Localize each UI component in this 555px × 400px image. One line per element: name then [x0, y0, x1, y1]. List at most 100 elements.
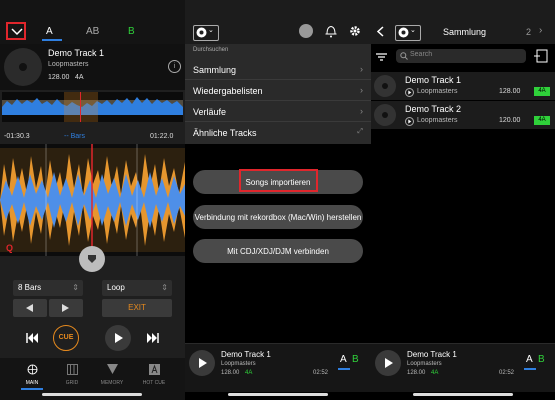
nav-hotcue-label: HOT CUE [142, 380, 166, 386]
nav-main[interactable]: MAIN [20, 362, 44, 390]
collapse-button[interactable] [6, 22, 26, 40]
menu-item-collection[interactable]: Sammlung › [185, 60, 371, 80]
album-art [374, 75, 396, 97]
overview-waveform[interactable] [2, 92, 183, 122]
info-icon[interactable]: i [168, 60, 181, 73]
loop-mode-select[interactable]: Loop ⇕ [102, 280, 172, 296]
list-item-bpm: 120.00 [499, 117, 521, 124]
home-indicator [42, 393, 142, 396]
deck-a-indicator [524, 368, 536, 370]
bars-counter: -- Bars [64, 133, 85, 140]
menu-item-label: Wiedergabelisten [193, 85, 263, 96]
play-icon [199, 358, 207, 368]
cue-button[interactable]: CUE [53, 325, 79, 351]
search-placeholder: Search [410, 51, 433, 58]
nav-grid-label: GRID [65, 380, 79, 386]
mini-player[interactable]: Demo Track 1 Loopmasters 128.00 4A 02:52… [371, 343, 555, 392]
nav-grid[interactable]: GRID [60, 362, 84, 386]
quantize-q[interactable]: Q [6, 243, 13, 253]
nav-hotcue[interactable]: HOT CUE [140, 362, 168, 386]
tab-deck-ab[interactable]: AB [86, 26, 99, 37]
mini-track-title: Demo Track 1 [221, 350, 271, 359]
time-remaining: 01:22.0 [150, 133, 174, 140]
memory-icon [106, 364, 118, 375]
grid-icon [66, 364, 78, 375]
loop-length-value: 8 Bars [18, 283, 42, 292]
menu-item-similar[interactable]: Ähnliche Tracks ⤢ [185, 123, 371, 143]
tab-deck-b[interactable]: B [128, 26, 135, 37]
play-icon [385, 358, 393, 368]
track-artist: Loopmasters [48, 61, 89, 68]
mini-deck-b[interactable]: B [538, 354, 545, 365]
menu-item-playlists[interactable]: Wiedergabelisten › [185, 81, 371, 101]
deck-header [0, 0, 185, 44]
profile-avatar-icon[interactable] [299, 24, 313, 38]
mini-deck-b[interactable]: B [352, 354, 359, 365]
mini-deck-a[interactable]: A [340, 354, 347, 365]
menu-item-label: Verläufe [193, 106, 227, 117]
tab-underline [42, 39, 62, 41]
home-indicator [413, 393, 513, 396]
list-item-artist: Loopmasters [417, 88, 458, 95]
menu-item-histories[interactable]: Verläufe › [185, 102, 371, 122]
list-item-title: Demo Track 2 [405, 104, 462, 114]
mini-track-title: Demo Track 1 [407, 350, 457, 359]
mini-track-bpm: 128.00 [221, 370, 240, 376]
time-elapsed: -01:30.3 [4, 133, 30, 140]
triangle-right-icon [62, 304, 70, 312]
menu-item-label: Ähnliche Tracks [193, 128, 257, 138]
deck-panel: A AB B Demo Track 1 Loopmasters 128.00 4… [0, 0, 185, 400]
list-item-bpm: 128.00 [499, 88, 521, 95]
tab-deck-a[interactable]: A [46, 26, 53, 37]
loop-exit-button[interactable]: EXIT [102, 299, 172, 317]
connect-cdj-button[interactable]: Mit CDJ/XDJ/DJM verbinden [193, 239, 363, 263]
preview-play-icon[interactable] [405, 117, 414, 126]
back-chevron-icon[interactable] [377, 26, 384, 37]
collection-title: Sammlung [443, 27, 487, 37]
globe-icon [27, 364, 38, 375]
nav-memory[interactable]: MEMORY [100, 362, 124, 386]
chevron-down-icon [11, 27, 23, 36]
loop-length-select[interactable]: 8 Bars ⇕ [13, 280, 83, 296]
album-art [374, 104, 396, 126]
skip-back-icon[interactable] [26, 333, 38, 343]
add-to-playlist-icon[interactable] [534, 49, 548, 63]
rekordbox-logo-icon [196, 27, 207, 38]
mini-track-artist: Loopmasters [407, 361, 442, 367]
play-button[interactable] [105, 325, 131, 351]
browse-panel: ⌄ Durchsuchen Sammlung › Wiedergabelisten… [185, 0, 371, 400]
mini-track-time: 02:52 [313, 370, 329, 376]
list-item[interactable]: Demo Track 1 Loopmasters 128.00 4A [371, 72, 555, 100]
mini-track-key: 4A [245, 370, 253, 376]
collection-count: 2 [526, 27, 532, 37]
album-art [4, 48, 42, 86]
loop-shift-right-button[interactable] [49, 299, 83, 317]
deck-switch-button[interactable]: ⌄ [395, 25, 421, 41]
list-item-artist: Loopmasters [417, 117, 458, 124]
search-field[interactable]: Search [396, 49, 526, 63]
mini-play-button[interactable] [375, 350, 401, 376]
loop-shift-left-button[interactable] [13, 299, 47, 317]
deck-switch-button[interactable]: ⌄ [193, 25, 219, 41]
mini-play-button[interactable] [189, 350, 215, 376]
filter-icon[interactable] [376, 53, 387, 61]
gear-icon[interactable] [349, 25, 361, 37]
key-badge: 4A [534, 116, 550, 125]
browse-section-label: Durchsuchen [193, 47, 229, 53]
connect-rekordbox-label: Verbindung mit rekordbox (Mac/Win) herst… [194, 212, 362, 222]
hotcue-icon [148, 364, 160, 375]
skip-forward-icon[interactable] [147, 333, 159, 343]
chevron-right-icon[interactable]: › [539, 25, 542, 36]
chevron-down-icon: ⌄ [208, 27, 214, 34]
play-icon [115, 333, 123, 343]
bell-icon[interactable] [325, 24, 337, 38]
menu-item-label: Sammlung [193, 64, 237, 75]
playhead-marker-button[interactable] [79, 246, 105, 272]
mini-player[interactable]: Demo Track 1 Loopmasters 128.00 4A 02:52… [185, 343, 371, 392]
preview-play-icon[interactable] [405, 88, 414, 97]
list-item[interactable]: Demo Track 2 Loopmasters 120.00 4A [371, 101, 555, 129]
main-waveform[interactable] [0, 144, 185, 256]
mini-deck-a[interactable]: A [526, 354, 533, 365]
connect-rekordbox-button[interactable]: Verbindung mit rekordbox (Mac/Win) herst… [193, 205, 363, 229]
nav-memory-label: MEMORY [100, 380, 124, 386]
